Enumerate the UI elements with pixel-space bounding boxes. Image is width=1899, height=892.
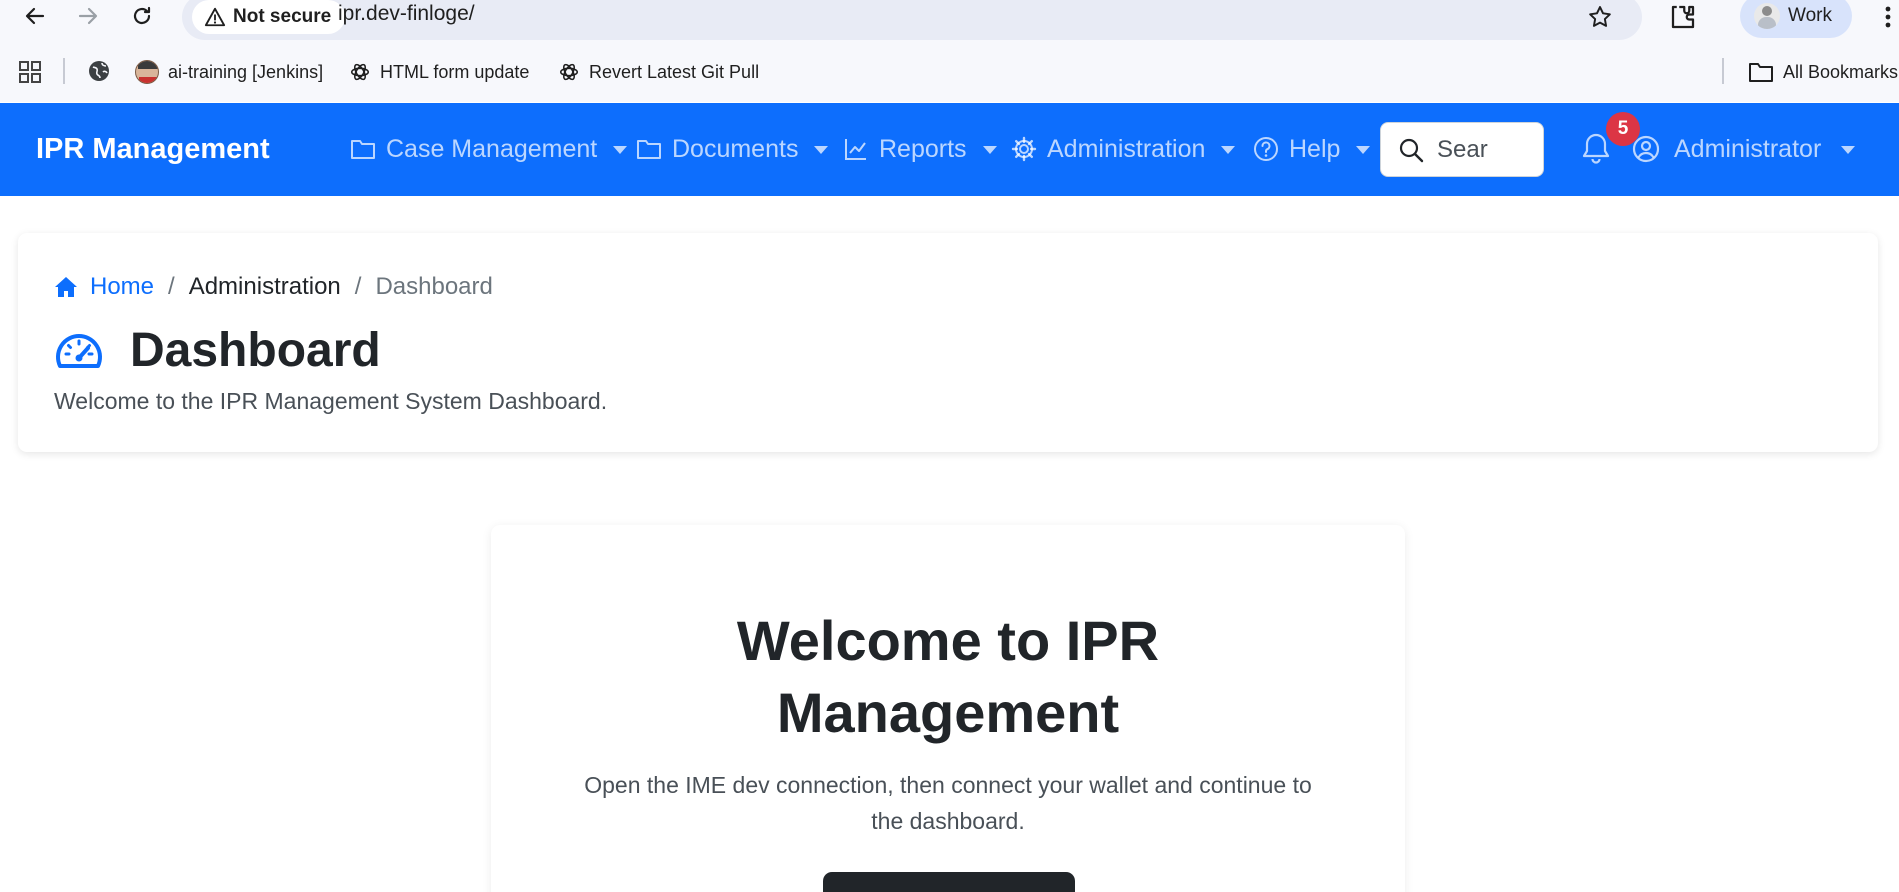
forward-button[interactable] — [68, 0, 108, 32]
nav-label: Help — [1289, 134, 1341, 163]
app-navbar: IPR Management Case Management Documents… — [0, 103, 1899, 196]
arrow-right-icon — [78, 7, 98, 25]
folder-icon — [637, 140, 661, 159]
profile-label: Work — [1788, 5, 1832, 26]
address-bar[interactable]: Not secure ipr.dev-finloge/ — [182, 0, 1642, 40]
welcome-title-line: Welcome to IPR — [736, 609, 1160, 672]
home-icon — [55, 277, 77, 297]
breadcrumb-home-label: Home — [90, 273, 155, 300]
page-header-card: Home / Administration / Dashboard Dashbo… — [18, 233, 1878, 452]
back-button[interactable] — [15, 0, 55, 32]
browser-chrome: Not secure ipr.dev-finloge/ Work ai-trai… — [0, 0, 1899, 102]
user-label: Administrator — [1674, 134, 1822, 163]
breadcrumb-separator: / — [168, 273, 175, 300]
welcome-card: Welcome to IPR Management Open the IME d… — [491, 525, 1405, 892]
bookmark-label: HTML form update — [380, 61, 530, 82]
caret-down-icon — [982, 146, 997, 154]
extensions-icon[interactable] — [1668, 2, 1698, 32]
connect-button[interactable] — [823, 872, 1075, 892]
welcome-text: Open the IME dev connection, then connec… — [551, 767, 1345, 839]
caret-down-icon — [1221, 146, 1236, 154]
nav-label: Case Management — [386, 134, 598, 163]
security-label: Not secure — [233, 6, 332, 27]
caret-down-icon — [1356, 146, 1371, 154]
bookmarks-bar: ai-training [Jenkins] HTML form update R… — [0, 52, 1899, 88]
brand-logo[interactable]: IPR Management — [36, 133, 270, 166]
warning-icon — [204, 7, 226, 27]
bookmark-label: ai-training [Jenkins] — [168, 61, 324, 82]
reload-icon — [133, 6, 151, 25]
page-title-row: Dashboard — [54, 323, 381, 378]
question-circle-icon — [1254, 137, 1278, 161]
page-title: Dashboard — [130, 324, 381, 377]
bookmark-item[interactable]: HTML form update — [349, 58, 529, 86]
user-circle-icon — [1632, 135, 1660, 163]
bookmark-star-icon[interactable] — [1587, 4, 1613, 30]
profile-button[interactable]: Work — [1740, 0, 1852, 38]
openai-icon — [350, 63, 370, 81]
nav-administration[interactable]: Administration — [1011, 131, 1236, 167]
welcome-title: Welcome to IPR Management — [491, 605, 1405, 749]
bookmarks-divider — [63, 58, 65, 84]
welcome-text-line: Open the IME dev connection, then connec… — [584, 772, 1312, 798]
more-vertical-icon[interactable] — [1880, 2, 1899, 32]
welcome-text-line: the dashboard. — [871, 808, 1025, 834]
nav-help[interactable]: Help — [1253, 131, 1371, 167]
user-menu[interactable]: Administrator — [1632, 131, 1856, 167]
browser-toolbar: Not secure ipr.dev-finloge/ Work — [0, 0, 1899, 40]
security-chip[interactable]: Not secure — [192, 0, 346, 34]
search-input[interactable] — [1437, 133, 1537, 167]
jenkins-icon — [135, 60, 159, 84]
openai-icon — [559, 63, 579, 81]
welcome-title-line: Management — [776, 681, 1120, 744]
bookmark-item[interactable]: Revert Latest Git Pull — [558, 58, 759, 86]
page-subtitle: Welcome to the IPR Management System Das… — [54, 388, 608, 414]
nav-documents[interactable]: Documents — [636, 131, 829, 167]
nav-label: Reports — [879, 134, 967, 163]
nav-label: Administration — [1047, 134, 1206, 163]
nav-case-management[interactable]: Case Management — [350, 131, 628, 167]
folder-icon — [351, 140, 375, 159]
folder-icon — [1749, 63, 1773, 82]
caret-down-icon — [814, 146, 829, 154]
caret-down-icon — [1841, 146, 1856, 154]
reload-button[interactable] — [122, 0, 162, 32]
breadcrumb-separator: / — [354, 273, 362, 300]
arrow-left-icon — [25, 7, 45, 25]
search-icon — [1399, 138, 1424, 163]
nav-label: Documents — [672, 134, 799, 163]
bookmarks-divider — [1722, 58, 1724, 84]
breadcrumb: Home / Administration / Dashboard — [54, 273, 493, 301]
avatar — [1754, 3, 1780, 29]
breadcrumb-home-link[interactable]: Home — [54, 273, 154, 301]
gear-icon — [1011, 136, 1037, 162]
breadcrumb-administration-link[interactable]: Administration — [189, 273, 341, 301]
chart-line-icon — [845, 139, 866, 160]
all-bookmarks-label: All Bookmarks — [1783, 61, 1899, 82]
all-bookmarks-button[interactable]: All Bookmarks — [1748, 58, 1898, 86]
breadcrumb-current: Dashboard — [375, 273, 493, 300]
bookmark-item[interactable]: ai-training [Jenkins] — [135, 58, 323, 86]
apps-grid-icon[interactable] — [18, 60, 42, 84]
bookmark-label: Revert Latest Git Pull — [589, 61, 760, 82]
nav-reports[interactable]: Reports — [843, 131, 997, 167]
speedometer-icon — [56, 333, 102, 368]
url-text: ipr.dev-finloge/ — [338, 2, 475, 25]
search-box[interactable] — [1380, 122, 1544, 177]
caret-down-icon — [613, 146, 628, 154]
globe-icon[interactable] — [87, 59, 111, 83]
